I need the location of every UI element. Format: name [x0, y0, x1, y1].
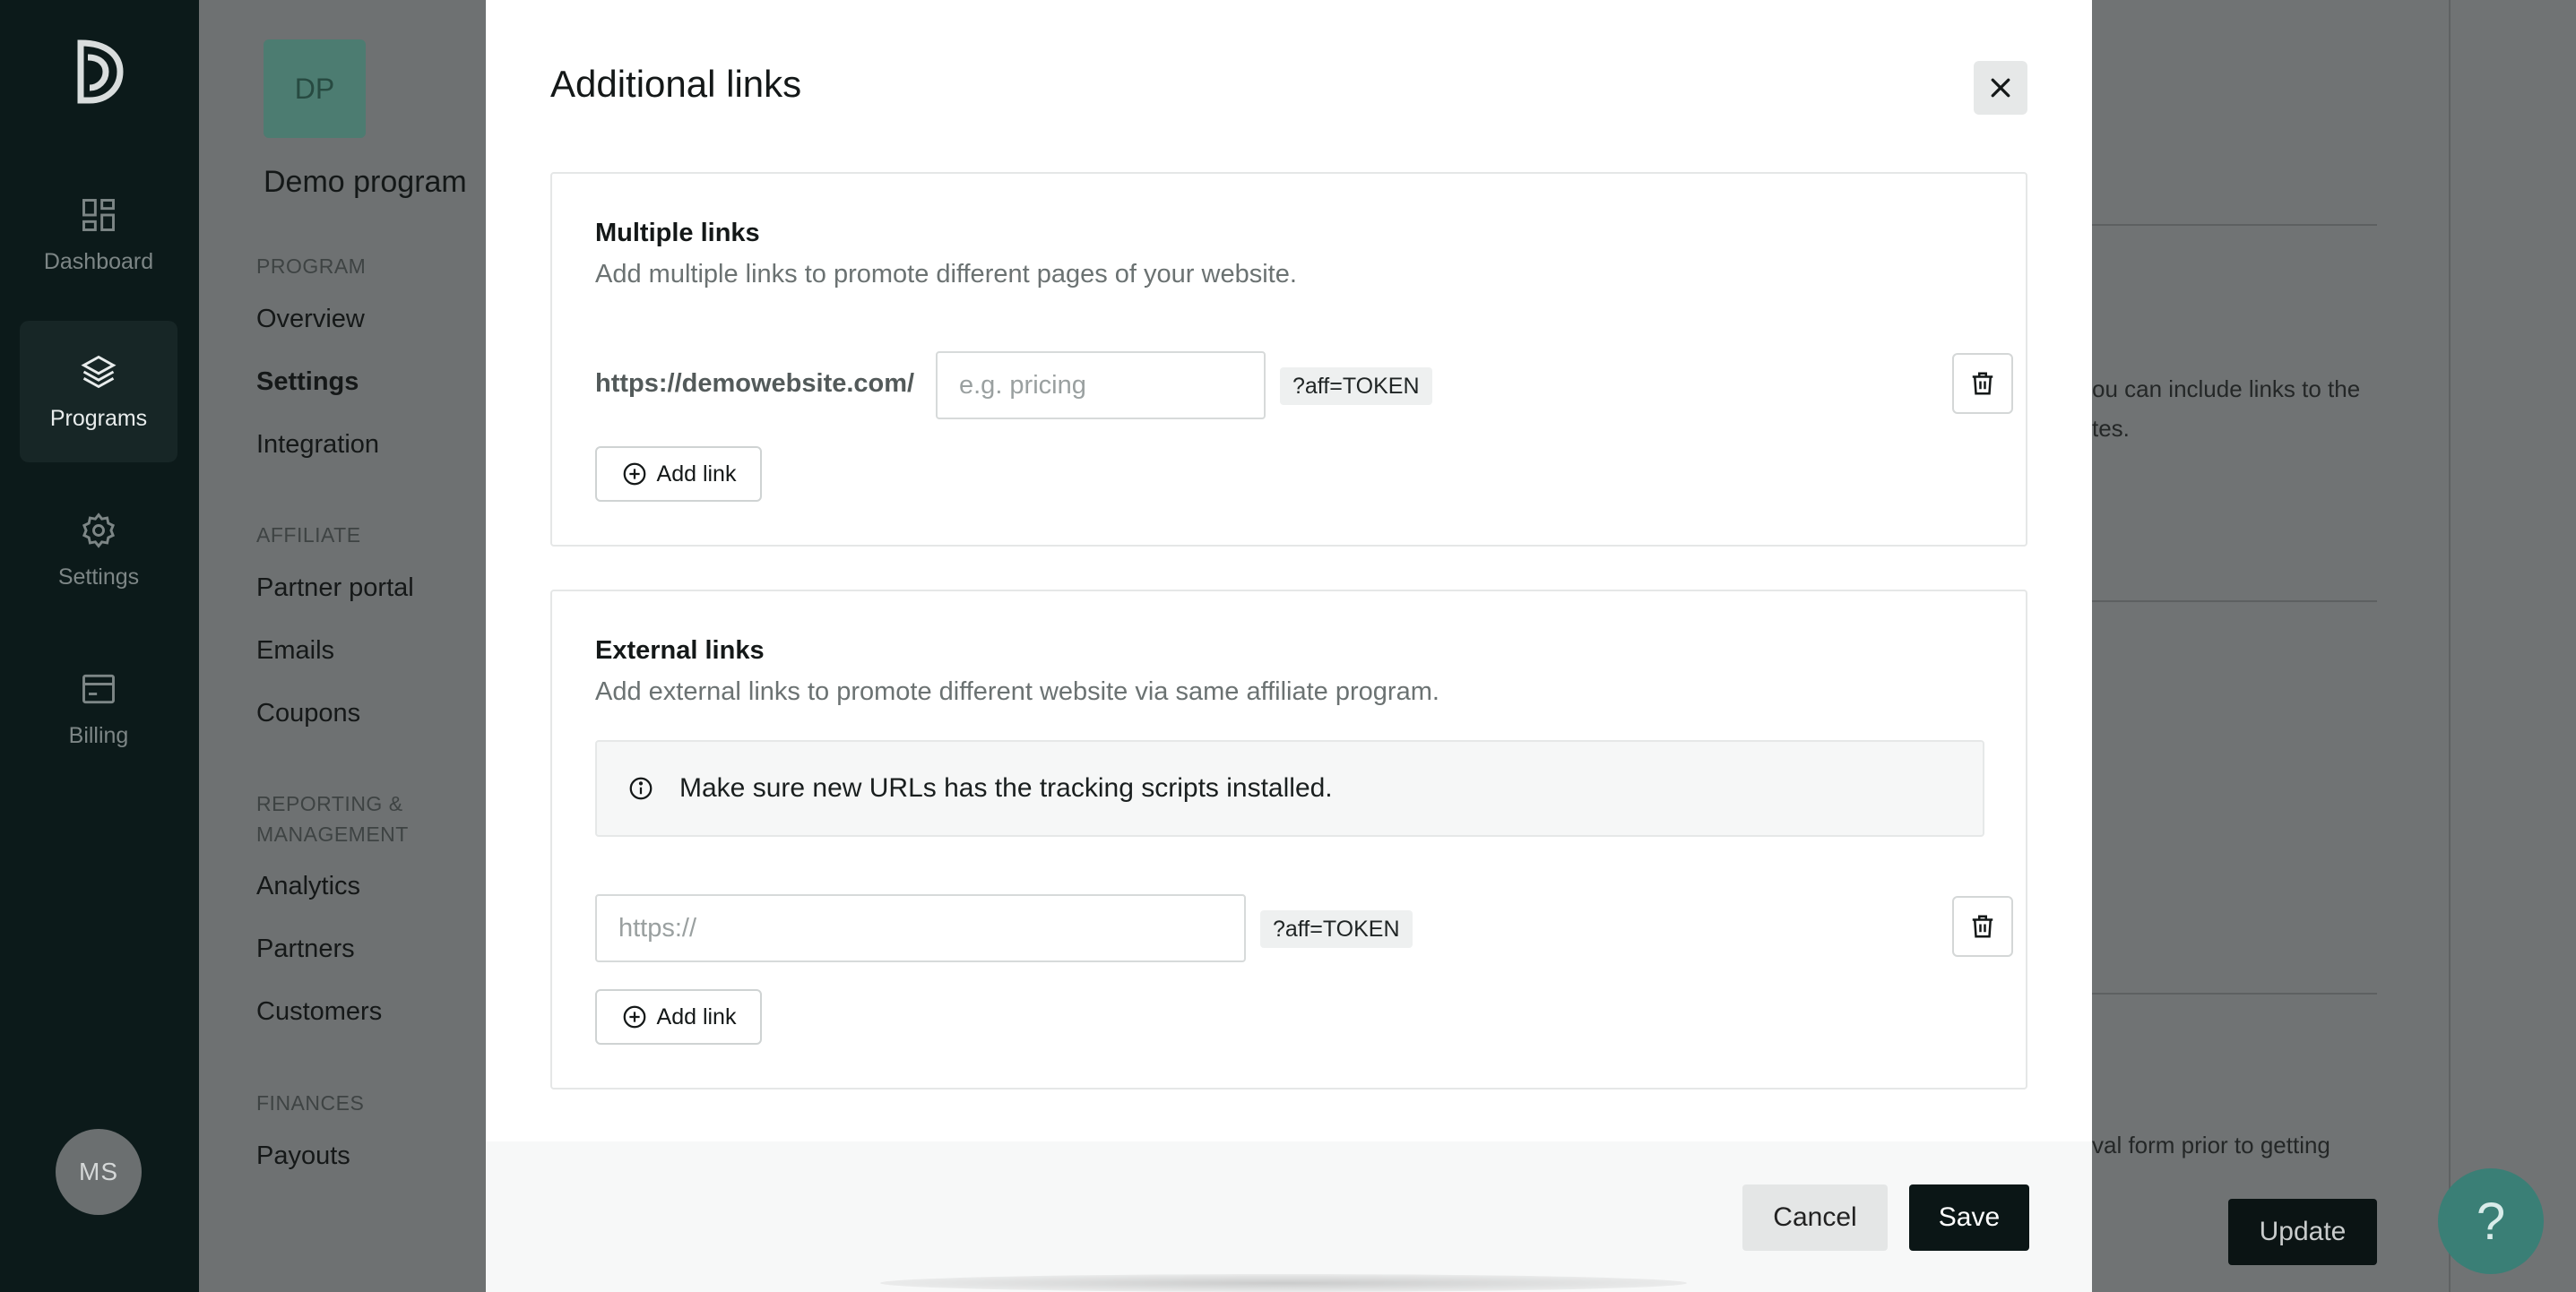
rail-label-settings: Settings — [57, 564, 140, 590]
bg-divider — [2092, 993, 2377, 995]
trash-icon — [1972, 372, 1993, 395]
cancel-button[interactable]: Cancel — [1742, 1184, 1888, 1251]
nav-link-analytics[interactable]: Analytics — [256, 872, 360, 901]
gear-icon — [82, 512, 116, 548]
bg-divider — [2092, 224, 2377, 226]
info-icon — [629, 777, 653, 800]
nav-section-affiliate: AFFILIATE — [256, 523, 361, 547]
close-icon — [1991, 78, 2010, 98]
nav-link-overview[interactable]: Overview — [256, 305, 365, 334]
multiple-links-card: Multiple links Add multiple links to pro… — [550, 172, 2027, 547]
external-url-input[interactable] — [595, 894, 1246, 962]
add-external-link-label: Add link — [656, 1003, 737, 1029]
nav-link-settings[interactable]: Settings — [256, 367, 359, 397]
rail-item-programs[interactable]: Programs — [20, 321, 177, 462]
url-prefix: https://demowebsite.com/ — [595, 369, 915, 398]
add-external-link-button[interactable]: Add link — [595, 989, 762, 1045]
bg-text-fragment: tes. — [2092, 415, 2130, 442]
dashboard-icon — [82, 198, 115, 231]
nav-link-partners[interactable]: Partners — [256, 935, 355, 964]
modal-title: Additional links — [550, 63, 802, 105]
add-link-label: Add link — [656, 461, 737, 487]
token-badge: ?aff=TOKEN — [1260, 910, 1413, 948]
program-subnav: DP Demo program PROGRAM Overview Setting… — [199, 0, 486, 1292]
program-avatar: DP — [264, 39, 366, 138]
additional-links-modal: Additional links Multiple links Add mult… — [486, 0, 2092, 1292]
delete-external-link-button[interactable] — [1952, 896, 2013, 957]
help-button[interactable]: ? — [2438, 1168, 2544, 1274]
nav-link-customers[interactable]: Customers — [256, 997, 382, 1027]
footer-shadow — [880, 1274, 1687, 1292]
bg-panel-border — [2449, 0, 2451, 1292]
save-button[interactable]: Save — [1909, 1184, 2029, 1251]
billing-icon — [82, 674, 115, 703]
rail-label-programs: Programs — [49, 405, 148, 431]
close-button[interactable] — [1974, 61, 2027, 115]
nav-link-integration[interactable]: Integration — [256, 430, 379, 460]
nav-link-emails[interactable]: Emails — [256, 636, 334, 666]
multiple-links-description: Add multiple links to promote different … — [595, 260, 1297, 289]
external-links-description: Add external links to promote different … — [595, 677, 1439, 706]
page-path-input[interactable] — [936, 351, 1266, 419]
program-name: Demo program — [264, 165, 467, 199]
nav-link-payouts[interactable]: Payouts — [256, 1141, 350, 1171]
rail-item-dashboard[interactable]: Dashboard — [20, 164, 177, 306]
bg-divider — [2092, 600, 2377, 602]
plus-circle-icon — [623, 1005, 645, 1029]
rail-label-billing: Billing — [68, 722, 129, 748]
bg-text-fragment: val form prior to getting — [2092, 1132, 2330, 1158]
plus-circle-icon — [623, 462, 645, 486]
bg-text-fragment: ou can include links to the — [2092, 375, 2361, 402]
tracking-info-notice: Make sure new URLs has the tracking scri… — [595, 740, 1984, 837]
rail-item-settings[interactable]: Settings — [20, 479, 177, 621]
token-badge: ?aff=TOKEN — [1280, 367, 1432, 405]
app-rail: Dashboard Programs Settings Billing MS — [0, 0, 199, 1292]
external-links-title: External links — [595, 636, 765, 665]
nav-section-reporting: REPORTING & MANAGEMENT — [256, 792, 409, 846]
nav-link-partner-portal[interactable]: Partner portal — [256, 573, 414, 603]
layers-icon — [81, 355, 117, 388]
tracking-info-text: Make sure new URLs has the tracking scri… — [679, 773, 1333, 803]
update-button[interactable]: Update — [2228, 1199, 2377, 1265]
rail-label-dashboard: Dashboard — [43, 248, 154, 274]
nav-section-finances: FINANCES — [256, 1091, 365, 1115]
nav-section-program: PROGRAM — [256, 254, 367, 278]
user-avatar[interactable]: MS — [56, 1129, 142, 1215]
delete-link-button[interactable] — [1952, 353, 2013, 414]
modal-footer: Cancel Save — [486, 1141, 2092, 1292]
external-links-card: External links Add external links to pro… — [550, 590, 2027, 1090]
rail-item-billing[interactable]: Billing — [20, 638, 177, 780]
logo-icon[interactable] — [70, 36, 127, 108]
nav-link-coupons[interactable]: Coupons — [256, 699, 360, 728]
trash-icon — [1972, 915, 1993, 938]
multiple-links-title: Multiple links — [595, 219, 760, 247]
add-link-button[interactable]: Add link — [595, 446, 762, 502]
